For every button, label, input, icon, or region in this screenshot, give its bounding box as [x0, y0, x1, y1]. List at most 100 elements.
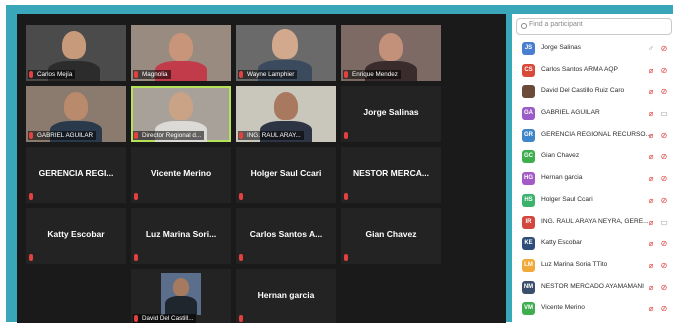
- participant-row[interactable]: David Del Castillo Ruiz Caro ⌀ ⊘: [512, 81, 678, 103]
- participant-name: GABRIEL AGUILAR: [541, 109, 600, 117]
- participant-row[interactable]: GC Gian Chavez ⌀ ⊘: [512, 146, 678, 168]
- video-tile[interactable]: Carlos Mejía: [26, 25, 126, 81]
- muted-mic-icon: [344, 193, 348, 200]
- avatar: HS: [522, 193, 535, 207]
- tile-name: ING. RAUL ARAY...: [238, 131, 304, 140]
- camera-on-icon[interactable]: ▭: [660, 218, 668, 227]
- name-tile[interactable]: NESTOR MERCA...: [341, 147, 441, 203]
- mic-muted-icon[interactable]: ⌀: [647, 261, 655, 270]
- avatar: LM: [522, 258, 535, 272]
- mic-muted-icon[interactable]: ⌀: [647, 174, 655, 183]
- participant-row[interactable]: JS Jorge Salinas ♂ ⊘: [512, 38, 678, 60]
- camera-off-icon[interactable]: ⊘: [660, 196, 668, 205]
- name-tile[interactable]: Katty Escobar: [26, 208, 126, 264]
- participant-name: Holger Saul Ccari: [541, 195, 593, 203]
- name-tile[interactable]: Luz Marina Sori...: [131, 208, 231, 264]
- participant-video: [169, 33, 193, 61]
- name-tile[interactable]: Carlos Santos A...: [236, 208, 336, 264]
- name-tile[interactable]: Jorge Salinas: [341, 86, 441, 142]
- camera-off-icon[interactable]: ⊘: [660, 66, 668, 75]
- participant-name: Katty Escobar: [541, 239, 583, 247]
- search-placeholder: Find a participant: [529, 21, 583, 28]
- tile-name: Magnolia: [133, 70, 171, 79]
- participant-name: GERENCIA REGIONAL RECURSO...: [541, 130, 651, 138]
- avatar: [522, 85, 535, 99]
- participant-row[interactable]: GA GABRIEL AGUILAR ⌀ ▭: [512, 103, 678, 125]
- mic-muted-icon[interactable]: ⌀: [647, 283, 655, 292]
- mic-muted-icon[interactable]: ⌀: [647, 218, 655, 227]
- tile-name: Director Regional d...: [133, 131, 205, 140]
- participant-row[interactable]: HS Holger Saul Ccari ⌀ ⊘: [512, 190, 678, 212]
- tile-name: Holger Saul Ccari: [250, 168, 322, 178]
- muted-mic-icon: [134, 132, 138, 139]
- participant-video: [274, 92, 298, 120]
- tile-name: Gian Chavez: [365, 229, 417, 239]
- muted-mic-icon: [134, 315, 138, 322]
- participant-row[interactable]: LM Luz Marina Soria TTito ⌀ ⊘: [512, 255, 678, 277]
- video-tile[interactable]: ING. RAUL ARAY...: [236, 86, 336, 142]
- camera-off-icon[interactable]: ⊘: [660, 174, 668, 183]
- mic-muted-icon[interactable]: ⌀: [647, 87, 655, 96]
- name-tile[interactable]: Vicente Merino: [131, 147, 231, 203]
- muted-mic-icon: [134, 254, 138, 261]
- muted-mic-icon: [344, 254, 348, 261]
- name-tile[interactable]: Holger Saul Ccari: [236, 147, 336, 203]
- camera-off-icon[interactable]: ⊘: [660, 87, 668, 96]
- participant-video: [272, 29, 298, 59]
- muted-mic-icon: [29, 193, 33, 200]
- camera-off-icon[interactable]: ⊘: [660, 44, 668, 53]
- tile-name: GABRIEL AGUILAR: [28, 131, 97, 140]
- camera-off-icon[interactable]: ⊘: [660, 131, 668, 140]
- mic-muted-icon[interactable]: ⌀: [647, 304, 655, 313]
- camera-off-icon[interactable]: ⊘: [660, 304, 668, 313]
- video-tile[interactable]: Enrique Mendez: [341, 25, 441, 81]
- participant-name: Gian Chavez: [541, 152, 580, 160]
- participant-row[interactable]: VM Vicente Merino ⌀ ⊘: [512, 298, 678, 320]
- name-tile[interactable]: Hernan garcia: [236, 269, 336, 323]
- tile-name: Carlos Santos A...: [249, 229, 323, 239]
- participant-name: Luz Marina Soria TTito: [541, 260, 608, 268]
- mic-muted-icon[interactable]: ⌀: [647, 239, 655, 248]
- avatar: HG: [522, 172, 535, 186]
- muted-mic-icon: [29, 254, 33, 261]
- avatar: KE: [522, 237, 535, 251]
- participant-row[interactable]: KE Katty Escobar ⌀ ⊘: [512, 233, 678, 255]
- avatar: NM: [522, 280, 535, 294]
- tile-name: Katty Escobar: [47, 229, 105, 239]
- video-tile[interactable]: David Del Castill...: [131, 269, 231, 323]
- participant-row[interactable]: HG Hernan garcia ⌀ ⊘: [512, 168, 678, 190]
- mic-on-icon[interactable]: ♂: [647, 44, 655, 53]
- camera-off-icon[interactable]: ⊘: [660, 152, 668, 161]
- camera-off-icon[interactable]: ⊘: [660, 239, 668, 248]
- mic-muted-icon[interactable]: ⌀: [647, 109, 655, 118]
- mic-muted-icon[interactable]: ⌀: [647, 196, 655, 205]
- camera-off-icon[interactable]: ⊘: [660, 283, 668, 292]
- video-tile-active-speaker[interactable]: Director Regional d...: [131, 86, 231, 142]
- avatar: GC: [522, 150, 535, 164]
- muted-mic-icon: [239, 315, 243, 322]
- mic-muted-icon[interactable]: ⌀: [647, 66, 655, 75]
- participant-row[interactable]: NM NESTOR MERCADO AYAMAMANI ⌀ ⊘: [512, 277, 678, 299]
- participant-search-input[interactable]: Find a participant: [516, 18, 672, 35]
- video-tile[interactable]: GABRIEL AGUILAR: [26, 86, 126, 142]
- video-tile[interactable]: Magnolia: [131, 25, 231, 81]
- muted-mic-icon: [134, 71, 138, 78]
- tile-name: Hernan garcia: [257, 290, 315, 300]
- name-tile[interactable]: GERENCIA REGI...: [26, 147, 126, 203]
- participant-row[interactable]: IR ING. RAUL ARAYA NEYRA, GERE... ⌀ ▭: [512, 212, 678, 234]
- name-tile[interactable]: Gian Chavez: [341, 208, 441, 264]
- camera-on-icon[interactable]: ▭: [660, 109, 668, 118]
- mic-muted-icon[interactable]: ⌀: [647, 152, 655, 161]
- video-tile[interactable]: Wayne Lamphier: [236, 25, 336, 81]
- tile-name: GERENCIA REGI...: [38, 168, 114, 178]
- participant-row[interactable]: GR GERENCIA REGIONAL RECURSO... ⌀ ⊘: [512, 125, 678, 147]
- participant-row[interactable]: CS Carlos Santos ARMA AQP ⌀ ⊘: [512, 60, 678, 82]
- muted-mic-icon: [239, 254, 243, 261]
- tile-name: Enrique Mendez: [343, 70, 401, 79]
- camera-off-icon[interactable]: ⊘: [660, 261, 668, 270]
- mic-muted-icon[interactable]: ⌀: [647, 131, 655, 140]
- tile-name: Jorge Salinas: [363, 107, 419, 117]
- participants-panel: Find a participant JS Jorge Salinas ♂ ⊘ CS Ca…: [512, 14, 678, 323]
- tile-name: Vicente Merino: [150, 168, 212, 178]
- participant-video: [169, 92, 193, 120]
